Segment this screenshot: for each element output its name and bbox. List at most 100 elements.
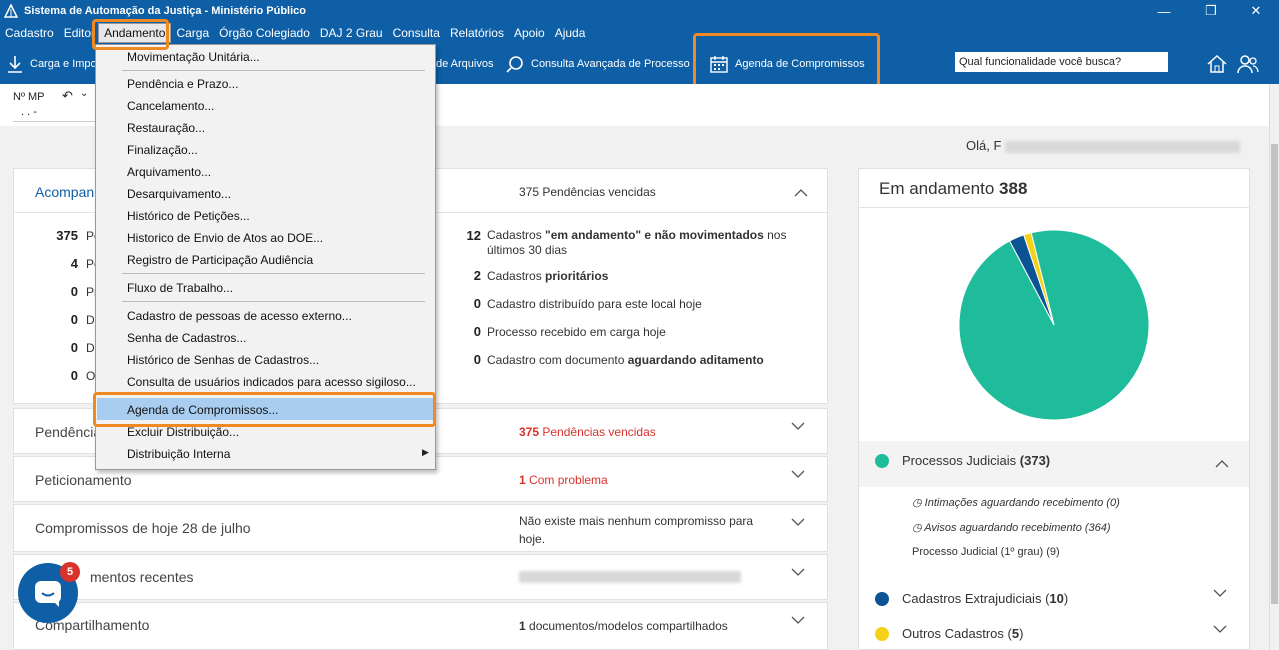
metric-label[interactable]: O [86,369,95,383]
menuitem-desarquivamento[interactable]: Desarquivamento... [127,187,231,201]
metric-label[interactable]: Processo recebido em carga hoje [487,325,666,339]
detail-processo-judicial[interactable]: Processo Judicial (1º grau) (9) [912,546,1060,558]
menu-relatorios[interactable]: Relatórios [445,26,509,40]
detail-avisos[interactable]: ◷ Avisos aguardando recebimento (364) [912,521,1111,534]
metric-pre: Cadastros [487,228,546,242]
menuitem-historico-envio-doe[interactable]: Historico de Envio de Atos ao DOE... [127,231,323,245]
andamento-title-row: Em andamento 388 [879,179,1027,199]
menu-daj-2-grau[interactable]: DAJ 2 Grau [315,26,388,40]
metric-label[interactable]: Cadastro com documento aguardando aditam… [487,353,764,367]
menuitem-excluir-distribuicao[interactable]: Excluir Distribuição... [127,425,239,439]
section-count: 375 [519,425,540,439]
maximize-icon[interactable]: ❐ [1190,0,1232,22]
consulta-avancada-button[interactable]: Consulta Avançada de Processo [505,44,690,84]
menu-apoio[interactable]: Apoio [509,26,550,40]
menuitem-cadastro-acesso-externo[interactable]: Cadastro de pessoas de acesso externo... [127,309,352,323]
download-icon [8,56,22,73]
minimize-icon[interactable]: — [1143,0,1185,22]
carga-label: Carga e Impo [30,58,97,70]
chevron-up-icon[interactable] [1215,460,1229,468]
menu-bar: Cadastro Editor Andamento Carga Órgão Co… [0,22,1279,44]
scrollbar-thumb[interactable] [1271,144,1278,604]
section-compromissos-hoje[interactable]: Compromissos de hoje 28 de julho Não exi… [13,504,828,552]
chevron-down-icon[interactable] [1213,589,1227,597]
menuitem-restauracao[interactable]: Restauração... [127,121,205,135]
detail-text: Intimações aguardando recebimento (0) [924,497,1120,509]
agenda-label: Agenda de Compromissos [735,58,865,70]
menuitem-finalizacao[interactable]: Finalização... [127,143,198,157]
legend-text: Cadastros Extrajudiciais [902,591,1042,606]
menu-consulta[interactable]: Consulta [388,26,445,40]
carga-button[interactable]: Carga e Impo [6,44,97,84]
legend-dot-outros [875,627,889,641]
metric-pre: Cadastros [487,269,546,283]
mp-number-field[interactable]: . . - [13,106,95,122]
metric-number: 0 [70,340,78,355]
arquivos-button[interactable]: de Arquivos [436,44,493,84]
close-icon[interactable]: ✕ [1235,0,1277,22]
metric-label[interactable]: D [86,341,95,355]
chevron-down-icon[interactable] [791,518,805,526]
menu-ajuda[interactable]: Ajuda [550,26,591,40]
metric-post: nos [763,228,787,242]
metric-label[interactable]: Cadastros prioritários [487,269,608,283]
chevron-down-icon[interactable] [1213,625,1227,633]
users-icon[interactable] [1236,52,1260,76]
chevron-down-icon[interactable] [791,470,805,478]
chevron-up-icon[interactable] [794,189,808,197]
section-compartilhamento[interactable]: Compartilhamento 1 documentos/modelos co… [13,602,828,650]
chat-badge: 5 [60,562,80,582]
menuitem-arquivamento[interactable]: Arquivamento... [127,165,211,179]
menuitem-historico-senhas[interactable]: Histórico de Senhas de Cadastros... [127,353,319,367]
menuitem-cancelamento[interactable]: Cancelamento... [127,99,214,113]
search-icon [506,56,523,73]
legend-dot-extrajudiciais [875,592,889,606]
menuitem-registro-participacao[interactable]: Registro de Participação Audiência [127,253,313,267]
metric-number: 0 [70,284,78,299]
section-text: Pendências vencidas [539,425,656,439]
menuitem-historico-peticoes[interactable]: Histórico de Petições... [127,209,250,223]
menu-andamento[interactable]: Andamento [98,23,172,43]
menu-cadastro[interactable]: Cadastro [0,26,59,40]
legend-label-extrajudiciais[interactable]: Cadastros Extrajudiciais (10) [902,591,1068,606]
vertical-scrollbar[interactable] [1269,84,1279,650]
detail-intimacoes[interactable]: ◷ Intimações aguardando recebimento (0) [912,496,1120,509]
chevron-down-icon[interactable] [791,568,805,576]
menuitem-movimentacao-unitaria[interactable]: Movimentação Unitária... [127,50,260,64]
menuitem-pendencia-prazo[interactable]: Pendência e Prazo... [127,77,238,91]
legend-count: 5 [1011,626,1020,641]
chevron-down-icon[interactable] [791,422,805,430]
metric-label[interactable]: D [86,313,95,327]
section-documentos-recentes[interactable]: mentos recentes [13,554,828,600]
legend-text: Processos Judiciais [902,453,1017,468]
menu-editor[interactable]: Editor [59,26,98,40]
menuitem-senha-cadastros[interactable]: Senha de Cadastros... [127,331,246,345]
metric-pre: Cadastro com documento [487,353,628,367]
home-icon[interactable] [1205,52,1229,76]
chevron-down-icon[interactable]: ⌄ [80,88,88,99]
undo-icon[interactable]: ↶ [62,88,73,104]
metric-number: 4 [70,256,78,271]
menu-orgao-colegiado[interactable]: Órgão Colegiado [214,26,315,40]
legend-label-outros[interactable]: Outros Cadastros (5) [902,626,1023,641]
metric-label[interactable]: Cadastro distribuído para este local hoj… [487,297,702,311]
menuitem-consulta-usuarios-sigiloso[interactable]: Consulta de usuários indicados para aces… [127,375,416,389]
chevron-down-icon[interactable] [791,616,805,624]
section-text: Com problema [525,473,608,487]
metric-number: 0 [473,352,481,367]
agenda-button[interactable]: Agenda de Compromissos [709,44,865,84]
menu-carga[interactable]: Carga [171,26,214,40]
menuitem-distribuicao-interna[interactable]: Distribuição Interna [127,447,230,461]
menuitem-agenda-compromissos[interactable]: Agenda de Compromissos... [127,403,278,417]
clock-icon: ◷ [912,497,922,509]
metric-label[interactable]: Cadastros "em andamento" e não movimenta… [487,228,786,242]
chat-icon [35,581,61,607]
feature-search-input[interactable] [955,52,1168,72]
document-name-redacted [519,571,741,583]
andamento-title: Em andamento [879,179,995,198]
legend-text: Outros Cadastros [902,626,1004,641]
consulta-avancada-label: Consulta Avançada de Processo [531,58,690,70]
legend-dot-processos [875,454,889,468]
menuitem-fluxo-trabalho[interactable]: Fluxo de Trabalho... [127,281,233,295]
acompanhamento-title: Acompan [35,184,95,200]
